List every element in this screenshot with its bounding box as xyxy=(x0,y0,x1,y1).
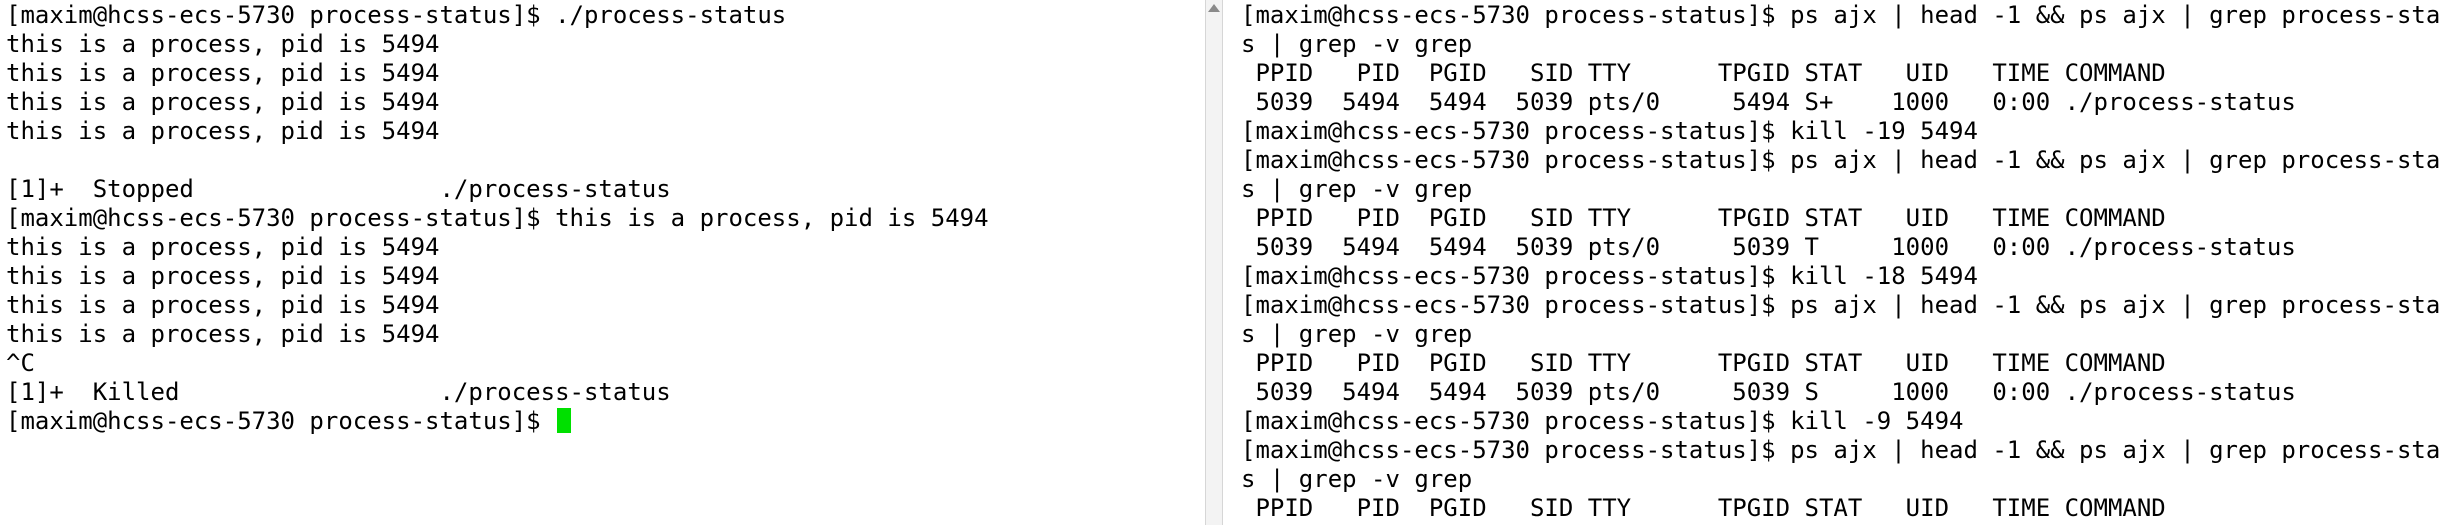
terminal-line: [maxim@hcss-ecs-5730 process-status]$ th… xyxy=(6,204,989,232)
terminal-line: this is a process, pid is 5494 xyxy=(6,291,440,319)
terminal-line: [maxim@hcss-ecs-5730 process-status]$ ki… xyxy=(1241,262,1978,290)
scroll-up-arrow-icon[interactable] xyxy=(1208,4,1220,12)
left-terminal-pane[interactable]: [maxim@hcss-ecs-5730 process-status]$ ./… xyxy=(0,0,1205,525)
terminal-line: [maxim@hcss-ecs-5730 process-status]$ ./… xyxy=(6,1,787,29)
terminal-line: this is a process, pid is 5494 xyxy=(6,59,440,87)
right-terminal-pane[interactable]: [maxim@hcss-ecs-5730 process-status]$ ps… xyxy=(1223,0,2439,525)
text-cursor xyxy=(557,408,572,433)
terminal-line: PPID PID PGID SID TTY TPGID STAT UID TIM… xyxy=(1241,59,2166,87)
terminal-line: this is a process, pid is 5494 xyxy=(6,117,440,145)
terminal-line: [maxim@hcss-ecs-5730 process-status]$ ki… xyxy=(1241,407,1964,435)
pane-divider[interactable] xyxy=(1205,0,1223,525)
terminal-line: s | grep -v grep xyxy=(1241,320,1473,348)
terminal-line: ^C xyxy=(6,349,35,377)
terminal-prompt-line[interactable]: [maxim@hcss-ecs-5730 process-status]$ xyxy=(6,407,989,436)
terminal-line: this is a process, pid is 5494 xyxy=(6,30,440,58)
terminal-line: 5039 5494 5494 5039 pts/0 5039 S 1000 0:… xyxy=(1241,378,2296,406)
terminal-line: [maxim@hcss-ecs-5730 process-status]$ ps… xyxy=(1241,436,2439,464)
terminal-line: PPID PID PGID SID TTY TPGID STAT UID TIM… xyxy=(1241,349,2166,377)
terminal-line: [maxim@hcss-ecs-5730 process-status]$ ki… xyxy=(1241,117,1978,145)
terminal-line: this is a process, pid is 5494 xyxy=(6,320,440,348)
terminal-prompt: [maxim@hcss-ecs-5730 process-status]$ xyxy=(6,407,556,435)
terminal-line: [1]+ Killed ./process-status xyxy=(6,378,671,406)
terminal-line: s | grep -v grep xyxy=(1241,30,1473,58)
terminal-line: this is a process, pid is 5494 xyxy=(6,88,440,116)
terminal-line: 5039 5494 5494 5039 pts/0 5039 T 1000 0:… xyxy=(1241,233,2296,261)
right-terminal-output: [maxim@hcss-ecs-5730 process-status]$ ps… xyxy=(1241,1,2439,523)
left-terminal-output: [maxim@hcss-ecs-5730 process-status]$ ./… xyxy=(6,1,989,436)
terminal-line: s | grep -v grep xyxy=(1241,175,1473,203)
terminal-line: s | grep -v grep xyxy=(1241,465,1473,493)
terminal-line: PPID PID PGID SID TTY TPGID STAT UID TIM… xyxy=(1241,204,2166,232)
terminal-line: [maxim@hcss-ecs-5730 process-status]$ ps… xyxy=(1241,291,2439,319)
terminal-line: [maxim@hcss-ecs-5730 process-status]$ ps… xyxy=(1241,146,2439,174)
terminal-line: 5039 5494 5494 5039 pts/0 5494 S+ 1000 0… xyxy=(1241,88,2296,116)
terminal-line: this is a process, pid is 5494 xyxy=(6,233,440,261)
terminal-line: [maxim@hcss-ecs-5730 process-status]$ ps… xyxy=(1241,1,2439,29)
terminal-line: [1]+ Stopped ./process-status xyxy=(6,175,671,203)
terminal-line: PPID PID PGID SID TTY TPGID STAT UID TIM… xyxy=(1241,494,2166,522)
terminal-line: this is a process, pid is 5494 xyxy=(6,262,440,290)
